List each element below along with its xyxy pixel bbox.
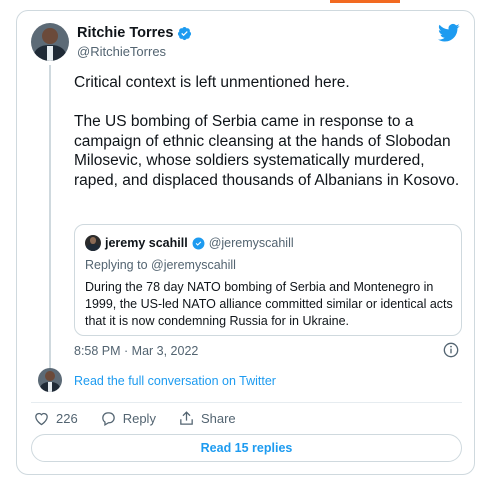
divider — [31, 402, 462, 403]
twitter-bird-icon[interactable] — [438, 23, 460, 43]
reply-icon — [101, 412, 115, 427]
like-button[interactable]: 226 — [33, 410, 78, 427]
tweet-actions: 226 Reply Share — [33, 410, 258, 427]
tweet-paragraph-1: Critical context is left unmentioned her… — [74, 74, 350, 91]
author-name-line: Ritchie Torres — [77, 25, 192, 41]
quoted-tweet[interactable]: jeremy scahill @jeremyscahill Replying t… — [74, 224, 462, 336]
author-handle[interactable]: @RitchieTorres — [77, 44, 166, 59]
share-label: Share — [200, 411, 236, 426]
reply-label: Reply — [122, 411, 156, 426]
info-icon[interactable] — [443, 342, 459, 358]
quoted-replying-to: Replying to @jeremyscahill — [85, 258, 236, 272]
author-avatar[interactable] — [31, 23, 69, 61]
reply-button[interactable]: Reply — [100, 410, 156, 427]
heart-icon — [35, 412, 48, 426]
quoted-tweet-text: During the 78 day NATO bombing of Serbia… — [85, 280, 453, 328]
author-name[interactable]: Ritchie Torres — [77, 25, 173, 41]
share-icon — [180, 411, 193, 425]
quoted-author-line: jeremy scahill @jeremyscahill — [85, 235, 294, 251]
quoted-author-handle: @jeremyscahill — [208, 236, 294, 250]
quoted-author-avatar — [85, 235, 101, 251]
tweet-embed-card: Ritchie Torres @RitchieTorres Critical c… — [16, 10, 475, 475]
verified-badge-icon — [178, 26, 192, 40]
read-replies-button[interactable]: Read 15 replies — [31, 434, 462, 462]
like-count: 226 — [56, 411, 78, 426]
read-full-conversation-link[interactable]: Read the full conversation on Twitter — [74, 374, 276, 388]
author-avatar-small — [38, 368, 62, 392]
quoted-author-name: jeremy scahill — [105, 236, 188, 250]
tweet-body: Critical context is left unmentioned her… — [74, 73, 464, 210]
tweet-timestamp[interactable]: 8:58 PM · Mar 3, 2022 — [74, 344, 198, 358]
share-button[interactable]: Share — [178, 410, 236, 427]
accent-strip — [330, 0, 400, 3]
tweet-paragraph-2: The US bombing of Serbia came in respons… — [74, 113, 460, 189]
thread-connector-line — [49, 65, 51, 371]
verified-badge-icon — [192, 237, 205, 249]
